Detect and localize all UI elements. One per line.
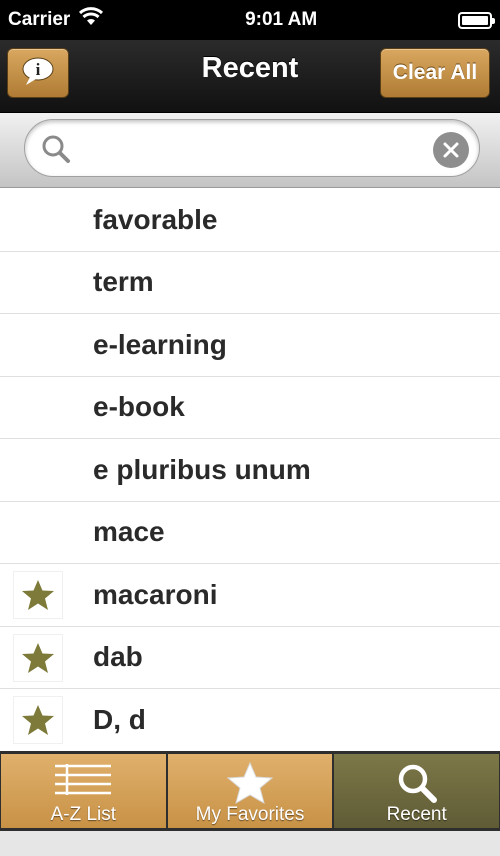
recent-word-list: favorable term e-learning e-book e pluri… [0, 189, 500, 751]
list-item-word: e pluribus unum [93, 453, 311, 485]
favorite-star-icon [14, 634, 62, 681]
battery-icon [457, 11, 495, 29]
list-item-word: term [93, 266, 154, 298]
tab-bar: A-Z List My Favorites Recent [0, 751, 500, 831]
list-item[interactable]: term [0, 252, 500, 314]
wifi-icon [78, 7, 104, 33]
tab-my-favorites[interactable]: My Favorites [167, 754, 333, 828]
tab-label: A-Z List [50, 804, 117, 825]
search-icon [396, 762, 438, 809]
page-title: Recent [201, 52, 299, 84]
carrier-label: Carrier [8, 9, 71, 30]
clear-icon[interactable] [433, 132, 469, 168]
bottom-strip [0, 831, 500, 856]
list-item[interactable]: D, d [0, 689, 500, 751]
tab-a-z-list[interactable]: A-Z List [1, 754, 166, 828]
list-icon [53, 762, 113, 803]
list-item-word: macaroni [93, 578, 218, 610]
nav-bar: i Recent Clear All [0, 40, 500, 113]
list-item[interactable]: favorable [0, 189, 500, 252]
favorite-star-icon [14, 697, 62, 743]
status-time: 9:01 AM [245, 9, 318, 30]
list-item[interactable]: e pluribus unum [0, 439, 500, 502]
tab-recent[interactable]: Recent [334, 754, 500, 828]
list-item-word: mace [93, 516, 165, 548]
list-item-word: D, d [93, 703, 146, 735]
list-item-word: e-learning [93, 328, 227, 360]
status-bar: Carrier 9:01 AM [0, 0, 500, 40]
list-item[interactable]: e-book [0, 377, 500, 439]
info-button[interactable]: i [7, 48, 69, 98]
list-item-word: e-book [93, 391, 185, 423]
svg-text:i: i [36, 60, 41, 79]
list-item-word: dab [93, 641, 143, 673]
list-item[interactable]: dab [0, 627, 500, 689]
star-icon [226, 761, 274, 809]
list-item[interactable]: macaroni [0, 564, 500, 627]
search-bar [0, 113, 500, 188]
search-field [24, 119, 480, 177]
list-item[interactable]: mace [0, 502, 500, 564]
search-icon [41, 134, 71, 169]
list-item[interactable]: e-learning [0, 314, 500, 377]
list-item-word: favorable [93, 203, 218, 235]
search-input[interactable] [81, 130, 441, 166]
favorite-star-icon [14, 572, 62, 618]
status-left: Carrier [8, 7, 104, 33]
clear-all-button[interactable]: Clear All [380, 48, 490, 98]
info-bubble-icon: i [20, 55, 56, 92]
